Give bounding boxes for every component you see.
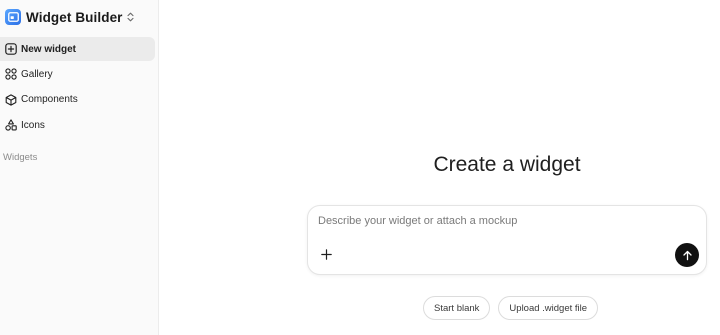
sidebar-item-label: Icons	[21, 119, 45, 131]
sidebar-item-gallery[interactable]: Gallery	[0, 62, 155, 86]
grid-icon	[4, 68, 17, 81]
sidebar-item-new-widget[interactable]: New widget	[0, 37, 155, 61]
shapes-icon	[4, 119, 17, 132]
arrow-up-icon	[682, 250, 692, 260]
widgets-section-label: Widgets	[3, 152, 38, 163]
chevron-updown-icon	[126, 12, 134, 22]
quick-actions: Start blank Upload .widget file	[423, 296, 599, 320]
workspace-switcher[interactable]: Widget Builder	[5, 8, 134, 26]
sidebar-item-components[interactable]: Components	[0, 88, 155, 112]
sidebar-nav: New widget Gallery Components Icons	[0, 37, 159, 139]
page-title: Create a widget	[433, 153, 581, 176]
sidebar-item-icons[interactable]: Icons	[0, 113, 155, 137]
start-blank-button[interactable]: Start blank	[423, 296, 491, 320]
app-window: Widget Builder New widget Gallery Compon…	[0, 0, 720, 335]
sidebar-item-label: New widget	[21, 43, 77, 55]
cube-icon	[4, 93, 17, 106]
widget-window-icon	[5, 9, 21, 25]
plus-square-icon	[4, 43, 17, 56]
main-content: Create a widget Start blank Upload .widg…	[159, 0, 720, 335]
prompt-input[interactable]	[318, 215, 668, 227]
sidebar-item-label: Gallery	[21, 68, 53, 80]
upload-widget-file-button[interactable]: Upload .widget file	[498, 296, 599, 320]
plus-icon[interactable]	[318, 246, 334, 262]
app-title: Widget Builder	[26, 9, 123, 25]
sidebar-item-label: Components	[21, 94, 78, 106]
sidebar: Widget Builder New widget Gallery Compon…	[0, 0, 159, 335]
prompt-composer	[307, 205, 707, 275]
send-button[interactable]	[675, 243, 699, 267]
